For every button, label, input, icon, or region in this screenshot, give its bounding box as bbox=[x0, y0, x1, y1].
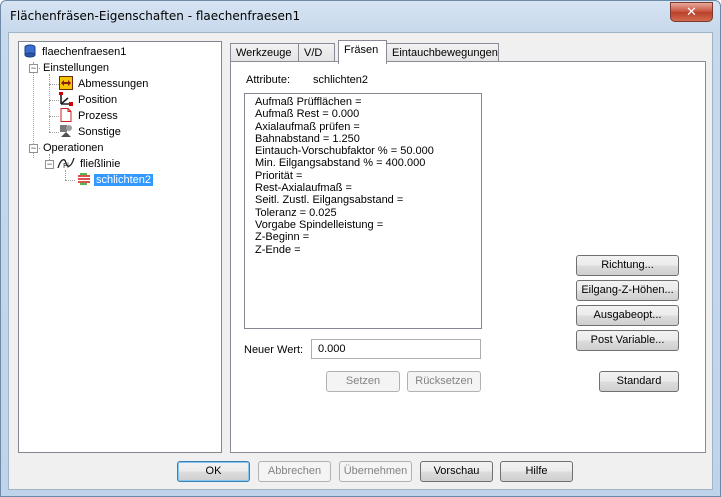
tree-item-finish[interactable]: schlichten2 bbox=[77, 172, 154, 188]
tree-item-dimensions[interactable]: Abmessungen bbox=[59, 76, 150, 92]
close-button[interactable]: ✕ bbox=[670, 2, 713, 22]
list-item[interactable]: Axialaufmaß prüfen = bbox=[255, 121, 471, 133]
ok-button[interactable]: OK bbox=[177, 461, 250, 482]
set-button[interactable]: Setzen bbox=[326, 371, 400, 392]
finish-icon bbox=[77, 172, 91, 186]
list-item[interactable]: Z-Ende = bbox=[255, 244, 471, 256]
dimensions-icon bbox=[59, 76, 73, 90]
tree-item-dimensions-label: Abmessungen bbox=[78, 78, 149, 90]
attributes-owner: schlichten2 bbox=[313, 74, 369, 86]
tree-item-position[interactable]: Position bbox=[59, 92, 119, 108]
tree-item-operations-label: Operationen bbox=[43, 142, 104, 154]
tree-item-root-label: flaechenfraesen1 bbox=[42, 46, 127, 58]
milling-panel: Attribute: schlichten2 Aufmaß Prüffläche… bbox=[230, 61, 706, 453]
tab-feeds-speeds[interactable]: V/D bbox=[298, 43, 335, 62]
flowline-icon: Fl bbox=[57, 156, 75, 170]
tab-feeds-speeds-label: V/D bbox=[304, 47, 323, 59]
misc-icon bbox=[59, 124, 73, 138]
tab-tools-label: Werkzeuge bbox=[236, 47, 292, 59]
attribute-list[interactable]: Aufmaß Prüfflächen = Aufmaß Rest = 0.000… bbox=[244, 93, 482, 329]
tab-milling[interactable]: Fräsen bbox=[338, 40, 387, 64]
database-icon bbox=[23, 44, 37, 58]
dialog-client: flaechenfraesen1 − Einstellungen Abmessu… bbox=[8, 32, 713, 490]
close-icon: ✕ bbox=[686, 4, 697, 19]
cancel-button[interactable]: Abbrechen bbox=[258, 461, 331, 482]
list-item[interactable]: Bahnabstand = 1.250 bbox=[255, 133, 471, 145]
new-value-field[interactable]: 0.000 bbox=[311, 339, 481, 359]
list-item[interactable]: Seitl. Zustl. Eilgangsabstand = bbox=[255, 194, 471, 206]
list-item[interactable]: Aufmaß Rest = 0.000 bbox=[255, 108, 471, 120]
list-item[interactable]: Eintauch-Vorschubfaktor % = 50.000 bbox=[255, 145, 471, 157]
tab-milling-label: Fräsen bbox=[344, 44, 379, 56]
process-icon bbox=[59, 108, 73, 122]
attributes-label: Attribute: bbox=[246, 74, 291, 86]
standard-button[interactable]: Standard bbox=[599, 371, 679, 392]
list-item[interactable]: Rest-Axialaufmaß = bbox=[255, 182, 471, 194]
tree-item-flowline-label: fließlinie bbox=[80, 158, 121, 170]
tree-item-root[interactable]: flaechenfraesen1 bbox=[23, 44, 128, 60]
help-button[interactable]: Hilfe bbox=[500, 461, 573, 482]
new-value-label: Neuer Wert: bbox=[244, 344, 304, 356]
tree-item-settings-label: Einstellungen bbox=[43, 62, 110, 74]
operations-expander[interactable]: − bbox=[29, 144, 38, 153]
window-title: Flächenfräsen-Eigenschaften - flaechenfr… bbox=[10, 9, 301, 23]
tree-item-process[interactable]: Prozess bbox=[59, 108, 120, 124]
list-item[interactable]: Vorgabe Spindelleistung = bbox=[255, 219, 471, 231]
tab-tools[interactable]: Werkzeuge bbox=[230, 43, 299, 62]
list-item[interactable]: Aufmaß Prüfflächen = bbox=[255, 96, 471, 108]
direction-button[interactable]: Richtung... bbox=[576, 255, 679, 276]
tab-plunge-moves-label: Eintauchbewegungen bbox=[392, 47, 498, 59]
tree-item-operations[interactable]: Operationen bbox=[41, 140, 106, 156]
tree-item-settings[interactable]: Einstellungen bbox=[41, 60, 111, 76]
post-variable-button[interactable]: Post Variable... bbox=[576, 330, 679, 351]
flowline-expander[interactable]: − bbox=[45, 160, 54, 169]
output-options-button[interactable]: Ausgabeopt... bbox=[576, 305, 679, 326]
rapid-heights-button[interactable]: Eilgang-Z-Höhen... bbox=[576, 280, 679, 301]
tree-item-position-label: Position bbox=[78, 94, 118, 106]
list-item[interactable]: Toleranz = 0.025 bbox=[255, 207, 471, 219]
dialog-window: Flächenfräsen-Eigenschaften - flaechenfr… bbox=[0, 0, 721, 497]
list-item[interactable]: Min. Eilgangsabstand % = 400.000 bbox=[255, 157, 471, 169]
position-icon bbox=[59, 92, 73, 106]
svg-text:Fl: Fl bbox=[63, 162, 69, 170]
list-item[interactable]: Priorität = bbox=[255, 170, 471, 182]
preview-button[interactable]: Vorschau bbox=[420, 461, 493, 482]
tree-item-finish-label: schlichten2 bbox=[94, 174, 154, 186]
title-bar[interactable]: Flächenfräsen-Eigenschaften - flaechenfr… bbox=[1, 1, 720, 31]
tree-item-flowline[interactable]: Fl fließlinie bbox=[57, 156, 122, 172]
apply-button[interactable]: Übernehmen bbox=[339, 461, 412, 482]
list-item[interactable]: Z-Beginn = bbox=[255, 231, 471, 243]
operation-tree[interactable]: flaechenfraesen1 − Einstellungen Abmessu… bbox=[18, 41, 222, 453]
tree-item-process-label: Prozess bbox=[78, 110, 118, 122]
reset-button[interactable]: Rücksetzen bbox=[407, 371, 481, 392]
tree-item-misc-label: Sonstige bbox=[78, 126, 121, 138]
tab-plunge-moves[interactable]: Eintauchbewegungen bbox=[386, 43, 499, 62]
tree-item-misc[interactable]: Sonstige bbox=[59, 124, 123, 140]
settings-expander[interactable]: − bbox=[29, 64, 38, 73]
